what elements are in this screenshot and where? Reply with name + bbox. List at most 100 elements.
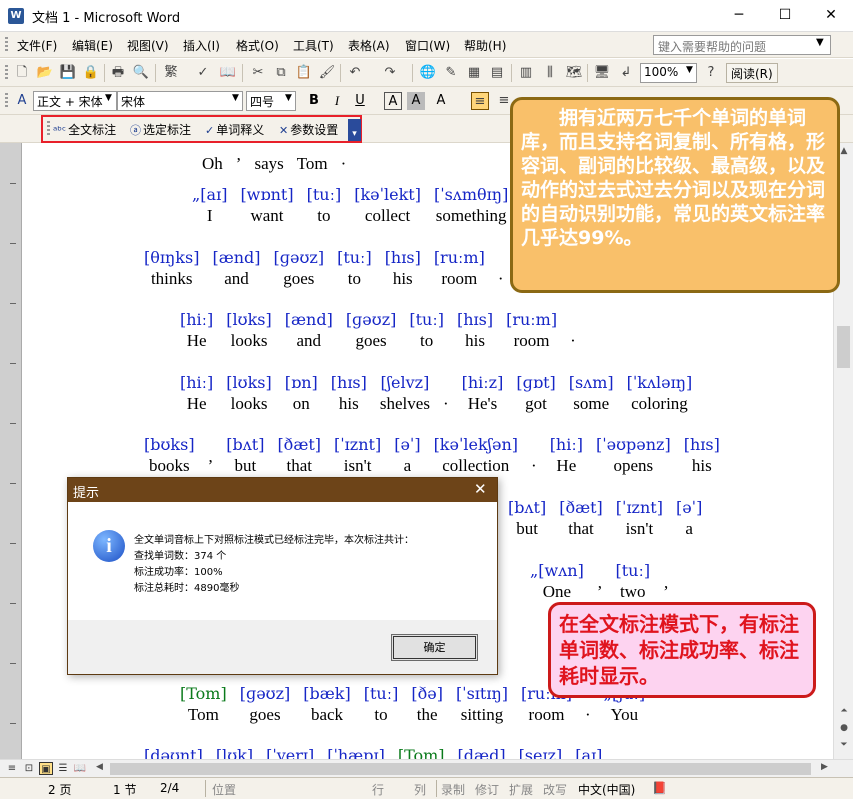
font-select[interactable]: 宋体: [117, 91, 243, 111]
zoom-dropdown-arrow-icon[interactable]: ▼: [686, 65, 693, 75]
menu-format[interactable]: 格式(O): [236, 37, 279, 54]
menu-help[interactable]: 帮助(H): [464, 37, 506, 54]
menu-table[interactable]: 表格(A): [348, 37, 390, 54]
annotated-word: [ruːm] room: [506, 310, 557, 352]
toolbar-grip[interactable]: [5, 65, 8, 81]
scroll-right-icon[interactable]: ▶: [821, 762, 828, 772]
menu-grip[interactable]: [5, 37, 8, 53]
english-word: I: [206, 206, 213, 225]
redo-icon[interactable]: ↷: [381, 64, 399, 82]
english-word: the: [416, 705, 438, 724]
toolbar-grip[interactable]: [5, 93, 8, 109]
status-overtype[interactable]: 改写: [543, 781, 567, 798]
traditional-chinese-icon[interactable]: 繁: [162, 64, 180, 82]
align-justify-icon[interactable]: ≡: [471, 92, 489, 110]
horizontal-scroll-thumb[interactable]: [110, 763, 811, 775]
hyperlink-icon[interactable]: 🌐: [419, 64, 437, 82]
research-icon[interactable]: 📖: [219, 64, 237, 82]
punctuation: ’: [235, 154, 242, 173]
styles-pane-icon[interactable]: A: [13, 92, 31, 110]
character-shading-icon[interactable]: A: [407, 92, 425, 110]
italic-button[interactable]: I: [328, 92, 346, 110]
previous-page-icon[interactable]: ⏶: [834, 703, 853, 720]
english-word: back: [310, 705, 344, 724]
show-hide-icon[interactable]: 🖥: [593, 64, 611, 82]
status-record[interactable]: 录制: [441, 781, 465, 798]
font-size-dropdown-arrow-icon[interactable]: ▼: [285, 93, 292, 103]
document-line: Oh ’ says Tom ·: [202, 133, 359, 175]
status-language[interactable]: 中文(中国): [578, 781, 635, 798]
menu-view[interactable]: 视图(V): [127, 37, 169, 54]
ok-button[interactable]: 确定: [391, 634, 478, 661]
permission-icon[interactable]: 🔒: [82, 64, 100, 82]
save-icon[interactable]: 💾: [59, 64, 77, 82]
tables-borders-icon[interactable]: ✎: [442, 64, 460, 82]
help-search-input[interactable]: 键入需要帮助的问题: [653, 35, 831, 55]
underline-button[interactable]: U: [351, 92, 369, 110]
help-dropdown-arrow-icon[interactable]: ▼: [816, 37, 824, 48]
status-extend[interactable]: 扩展: [509, 781, 533, 798]
dialog-close-icon[interactable]: ✕: [474, 480, 487, 498]
toolbar-grip[interactable]: [47, 121, 50, 137]
scroll-left-icon[interactable]: ◀: [96, 762, 103, 772]
menu-window[interactable]: 窗口(W): [405, 37, 450, 54]
drawing-icon[interactable]: ⫼: [541, 64, 559, 82]
normal-view-icon[interactable]: ≡: [5, 762, 19, 775]
paragraph-mark-icon[interactable]: ↲: [617, 64, 635, 82]
phonetic-annotation: [əˈ]: [675, 498, 703, 517]
scroll-thumb[interactable]: [837, 326, 850, 368]
cut-icon[interactable]: ✂: [249, 64, 267, 82]
character-scaling-icon[interactable]: A: [432, 92, 450, 110]
print-preview-icon[interactable]: 🔍: [132, 64, 150, 82]
undo-icon[interactable]: ↶: [346, 64, 364, 82]
document-map-icon[interactable]: 🗺: [565, 64, 583, 82]
close-button[interactable]: ✕: [808, 0, 853, 30]
full-annotate-button[interactable]: ᵃᵇᶜ 全文标注: [53, 121, 116, 138]
minimize-button[interactable]: ─: [716, 0, 762, 30]
web-view-icon[interactable]: ⊡: [22, 762, 36, 775]
annotated-word: [ðə] the: [411, 684, 443, 726]
copy-icon[interactable]: ⧉: [272, 64, 290, 82]
spelling-icon[interactable]: ✓: [194, 64, 212, 82]
phonetic-annotation: [ˈsɪtɪŋ]: [455, 684, 508, 703]
font-dropdown-arrow-icon[interactable]: ▼: [232, 93, 239, 103]
reading-layout-button[interactable]: 阅读(R): [726, 63, 778, 83]
menu-edit[interactable]: 编辑(E): [72, 37, 113, 54]
open-folder-icon[interactable]: 📂: [36, 64, 54, 82]
browse-object-icon[interactable]: ●: [834, 720, 853, 737]
horizontal-scrollbar[interactable]: ≡ ⊡ ▣ ☰ 📖 ◀ ▶: [0, 759, 853, 777]
english-word: says: [254, 154, 284, 173]
status-track-changes[interactable]: 修订: [475, 781, 499, 798]
print-layout-view-icon[interactable]: ▣: [39, 762, 53, 775]
phonetic-annotation: [ðæt]: [277, 435, 322, 454]
character-border-icon[interactable]: A: [384, 92, 402, 110]
columns-icon[interactable]: ▥: [517, 64, 535, 82]
outline-view-icon[interactable]: ☰: [56, 762, 70, 775]
phonetic-annotation: [hiː]: [180, 373, 214, 392]
annotated-word: [tuː] to: [307, 185, 342, 227]
bold-button[interactable]: B: [305, 92, 323, 110]
selection-annotate-button[interactable]: ⓐ 选定标注: [130, 121, 191, 138]
reading-view-icon[interactable]: 📖: [73, 762, 87, 775]
word-app-icon[interactable]: W: [8, 8, 24, 24]
dialog-title-bar[interactable]: 提示 ✕: [68, 478, 497, 502]
next-page-icon[interactable]: ⏷: [834, 737, 853, 754]
insert-excel-icon[interactable]: ▤: [488, 64, 506, 82]
menu-file[interactable]: 文件(F): [17, 37, 57, 54]
insert-table-icon[interactable]: ▦: [465, 64, 483, 82]
english-word: isn't: [625, 519, 654, 538]
help-icon[interactable]: ?: [702, 64, 720, 82]
paste-icon[interactable]: 📋: [295, 64, 313, 82]
new-document-icon[interactable]: 🗋: [13, 64, 31, 82]
maximize-button[interactable]: ☐: [762, 0, 808, 30]
english-word: to: [374, 705, 388, 724]
menu-insert[interactable]: 插入(I): [183, 37, 220, 54]
format-painter-icon[interactable]: 🖌: [318, 64, 336, 82]
annotated-word: [ˈsɪtɪŋ] sitting: [456, 684, 508, 726]
spelling-status-icon[interactable]: 📕: [652, 781, 667, 795]
phonetic-annotation: [hɪs]: [456, 310, 494, 329]
style-dropdown-arrow-icon[interactable]: ▼: [105, 93, 112, 103]
menu-tools[interactable]: 工具(T): [293, 37, 334, 54]
print-icon[interactable]: 🖶: [109, 64, 127, 82]
annotated-word: [ænd] and: [212, 248, 260, 290]
